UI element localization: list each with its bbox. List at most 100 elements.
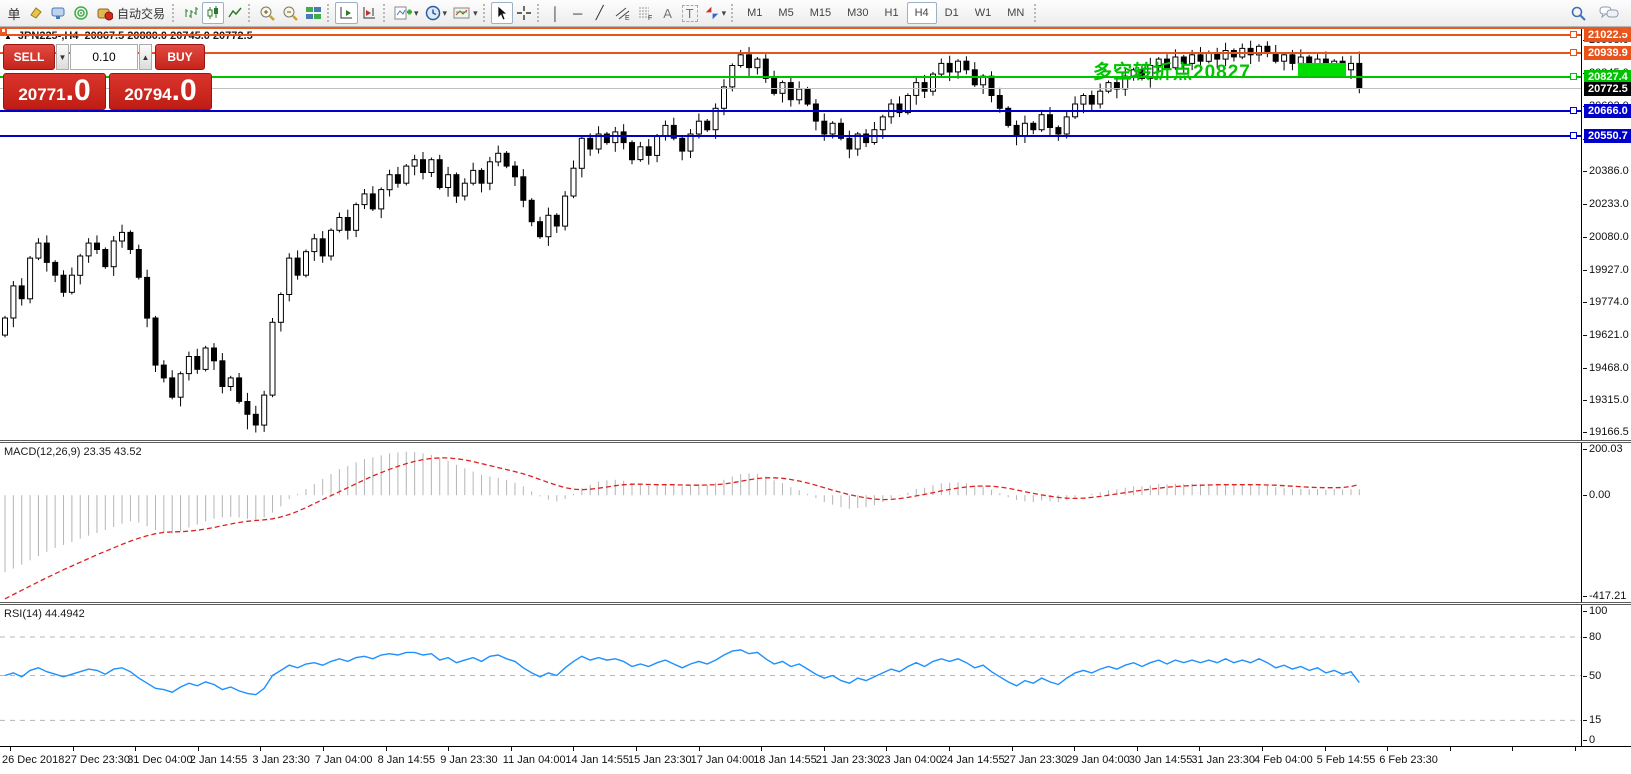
- candlestick-chart-icon[interactable]: [202, 2, 224, 24]
- macd-tick-label: 0.00: [1589, 489, 1610, 501]
- main-toolbar: 单 自动交易 ▾ ▾: [0, 0, 1631, 27]
- time-tick: [260, 747, 261, 751]
- cursor-icon[interactable]: [491, 2, 513, 24]
- date-label: 2 Jan 14:55: [190, 754, 248, 766]
- dropdown-icon: ▾: [414, 8, 419, 19]
- search-icon[interactable]: [1567, 2, 1590, 24]
- chart-annotation-box[interactable]: [1298, 63, 1346, 76]
- tile-windows-icon[interactable]: [302, 2, 325, 24]
- timeframe-label: H4: [910, 7, 934, 19]
- svg-text:F: F: [648, 15, 652, 21]
- equidistant-channel-icon[interactable]: E: [611, 2, 634, 24]
- rsi-tick-label: 0: [1589, 734, 1595, 746]
- axis-tick: [1583, 495, 1587, 496]
- date-label: 14 Jan 14:55: [565, 754, 629, 766]
- macd-layer: [0, 443, 1582, 602]
- chart-window: 多空转折点20827 ▲ JPN225-,H4 20867.5 20880.0 …: [0, 27, 1631, 773]
- bar-chart-icon[interactable]: [180, 2, 202, 24]
- time-tick: [886, 747, 887, 751]
- macd-axis: 200.030.00-417.21: [1583, 443, 1631, 602]
- timeframe-bar: M1M5 M15M30 H1 H4 D1W1MN: [739, 2, 1032, 24]
- rsi-layer: [0, 605, 1582, 746]
- timeframe-M15[interactable]: M15: [802, 2, 839, 24]
- timeframe-D1[interactable]: D1: [937, 2, 967, 24]
- autotrade-icon: [97, 5, 113, 21]
- volume-input[interactable]: [70, 44, 138, 70]
- rsi-tick-label: 15: [1589, 714, 1601, 726]
- vertical-line-icon[interactable]: │: [545, 2, 567, 24]
- timeframe-label: D1: [940, 7, 964, 19]
- time-tick: [1137, 747, 1138, 751]
- fibonacci-icon[interactable]: F: [634, 2, 657, 24]
- templates-icon[interactable]: ▾: [450, 2, 481, 24]
- axis-tick: [1583, 368, 1587, 369]
- time-tick: [1199, 747, 1200, 751]
- buy-button[interactable]: BUY: [155, 44, 205, 70]
- text-icon[interactable]: A: [657, 2, 679, 24]
- indicators-icon[interactable]: ▾: [391, 2, 422, 24]
- timeframe-label: H1: [880, 7, 904, 19]
- time-tick: [949, 747, 950, 751]
- window-corner-marker-right: [1622, 27, 1631, 33]
- timeframe-M1[interactable]: M1: [739, 2, 770, 24]
- price-tick-label: 19166.5: [1589, 426, 1629, 438]
- dropdown-icon: ▾: [473, 8, 478, 19]
- time-tick: [699, 747, 700, 751]
- date-label: 31 Dec 04:00: [127, 754, 192, 766]
- date-label: 27 Dec 23:30: [65, 754, 130, 766]
- sell-button[interactable]: SELL: [3, 44, 55, 70]
- axis-tick: [1583, 676, 1587, 677]
- main-chart-pane: 多空转折点20827 ▲ JPN225-,H4 20867.5 20880.0 …: [0, 27, 1631, 440]
- buy-price-display[interactable]: 20794.0: [109, 73, 212, 110]
- trendline-icon[interactable]: ╱: [589, 2, 611, 24]
- volume-increase-button[interactable]: ▲: [139, 44, 152, 70]
- candlestick-plot[interactable]: 多空转折点20827 ▲ JPN225-,H4 20867.5 20880.0 …: [0, 27, 1582, 440]
- arrows-icon[interactable]: ▾: [701, 2, 730, 24]
- zoom-out-icon[interactable]: [279, 2, 302, 24]
- chart-shift-icon[interactable]: [358, 2, 381, 24]
- date-label: 21 Jan 23:30: [816, 754, 880, 766]
- date-label: 9 Jan 23:30: [440, 754, 498, 766]
- ohlc-values: 20867.5 20880.0 20745.0 20772.5: [84, 30, 252, 42]
- volume-decrease-button[interactable]: ▼: [56, 44, 69, 70]
- timeframe-label: M5: [773, 7, 798, 19]
- date-label: 15 Jan 23:30: [628, 754, 692, 766]
- radar-icon[interactable]: [70, 2, 92, 24]
- auto-scroll-icon[interactable]: [335, 2, 358, 24]
- new-order-button[interactable]: 单: [3, 2, 25, 24]
- timeframe-M5[interactable]: M5: [770, 2, 801, 24]
- rsi-tick-label: 100: [1589, 605, 1607, 617]
- timeframe-label: MN: [1002, 7, 1029, 19]
- zoom-in-icon[interactable]: [256, 2, 279, 24]
- horizontal-line-icon[interactable]: ─: [567, 2, 589, 24]
- crosshair-icon[interactable]: [513, 2, 535, 24]
- autotrade-button[interactable]: 自动交易: [92, 2, 170, 24]
- terminal-icon[interactable]: [47, 2, 70, 24]
- line-chart-icon[interactable]: [224, 2, 246, 24]
- date-label: 6 Feb 23:30: [1379, 754, 1438, 766]
- chat-icon[interactable]: [1596, 2, 1622, 24]
- time-tick: [135, 747, 136, 751]
- axis-tick: [1583, 611, 1587, 612]
- axis-tick: [1583, 432, 1587, 433]
- price-tick-label: 19468.0: [1589, 362, 1629, 374]
- price-tick-label: 19315.0: [1589, 394, 1629, 406]
- time-tick: [448, 747, 449, 751]
- date-label: 31 Jan 23:30: [1191, 754, 1255, 766]
- timeframe-MN[interactable]: MN: [999, 2, 1032, 24]
- timeframe-H1[interactable]: H1: [877, 2, 907, 24]
- time-tick: [1012, 747, 1013, 751]
- axis-tick: [1583, 740, 1587, 741]
- date-label: 18 Jan 14:55: [753, 754, 817, 766]
- axis-tick: [1583, 204, 1587, 205]
- text-label-icon[interactable]: T: [679, 2, 701, 24]
- sell-price-display[interactable]: 20771.0: [3, 73, 106, 110]
- time-tick: [1575, 747, 1576, 751]
- timeframe-W1[interactable]: W1: [967, 2, 1000, 24]
- periods-icon[interactable]: ▾: [422, 2, 451, 24]
- eraser-icon[interactable]: [25, 2, 47, 24]
- window-corner-marker-left[interactable]: [0, 27, 7, 34]
- timeframe-M30[interactable]: M30: [839, 2, 876, 24]
- timeframe-H4[interactable]: H4: [907, 2, 937, 24]
- chart-annotation-text[interactable]: 多空转折点20827: [1093, 57, 1251, 84]
